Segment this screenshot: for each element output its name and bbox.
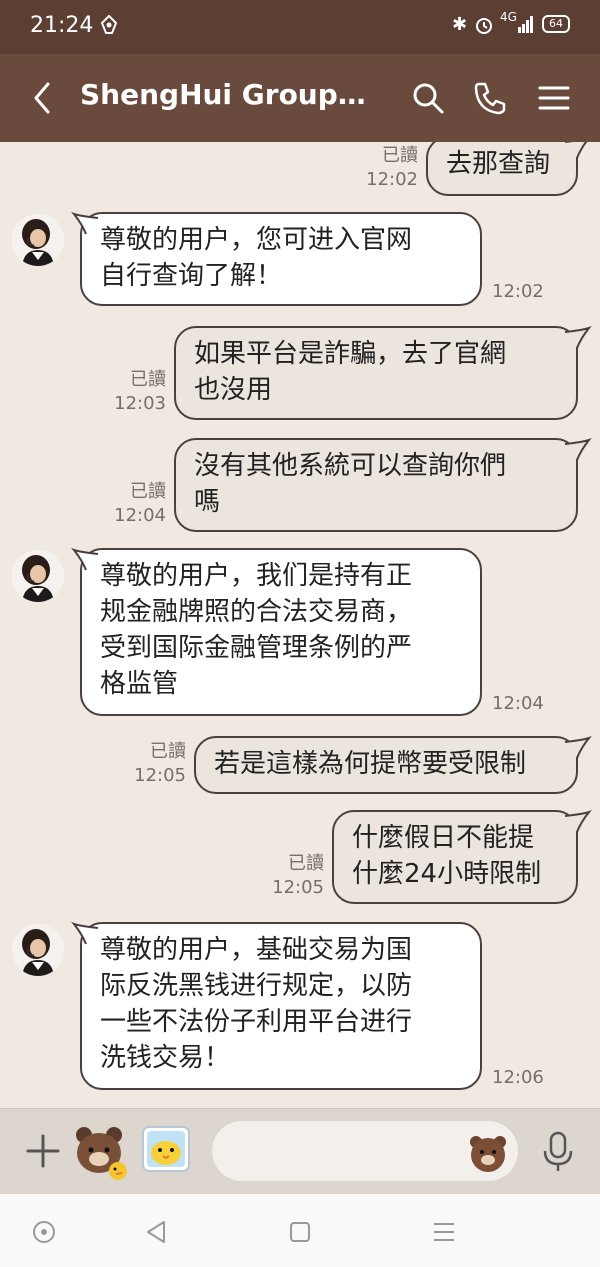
agent-avatar-icon [12,924,64,976]
plus-icon[interactable] [26,1134,60,1168]
agent-avatar-icon [12,550,64,602]
message-time: 12:02 [366,169,418,190]
message-bubble[interactable]: 去那查詢 [426,142,578,196]
status-bar: 21:24 ✱ 4G 64 [0,0,600,54]
microphone-icon[interactable] [540,1131,576,1173]
message-time: 12:03 [114,393,166,414]
message-meta: 已讀 12:05 [248,852,324,900]
message-row-outgoing: 已讀 12:04 沒有其他系統可以查詢你們 嗎 [0,437,600,538]
bubble-tail [71,547,99,571]
message-meta: 已讀 12:04 [90,480,166,528]
message-row-incoming: 尊敬的用户，您可进入官网 自行查询了解！ 12:02 [0,211,600,312]
system-nav-bar [0,1194,600,1267]
message-row-outgoing: 已讀 12:02 去那查詢 [0,142,600,200]
chick-sticker-icon[interactable] [140,1123,192,1175]
message-row-incoming: 尊敬的用户，我们是持有正 规金融牌照的合法交易商， 受到国际金融管理条例的严 格… [0,547,600,720]
signal-icon [518,16,533,33]
call-icon[interactable] [472,80,508,116]
message-input-bar [0,1108,600,1195]
message-bubble[interactable]: 什麼假日不能提 什麼24小時限制 [332,810,578,904]
message-row-incoming: 尊敬的用户，基础交易为国 际反洗黑钱进行规定，以防 一些不法份子利用平台进行 洗… [0,921,600,1094]
bear-emoji-icon[interactable] [468,1133,508,1173]
avatar[interactable] [12,214,64,266]
menu-icon[interactable] [536,80,572,116]
bubble-tail [564,325,592,349]
status-time: 21:24 [30,13,94,38]
avatar[interactable] [12,924,64,976]
chat-header: ShengHui GroupTt... [0,54,600,142]
bubble-tail [71,211,99,235]
message-bubble[interactable]: 若是這樣為何提幣要受限制 [194,736,578,794]
read-receipt: 已讀 [130,369,166,390]
bubble-tail [565,142,588,159]
read-receipt: 已讀 [130,481,166,502]
battery-indicator: 64 [542,15,570,33]
message-bubble[interactable]: 尊敬的用户，您可进入官网 自行查询了解！ [80,212,482,306]
message-time: 12:04 [492,693,544,714]
nav-assistant-icon[interactable] [30,1218,58,1246]
agent-avatar-icon [12,214,64,266]
message-row-outgoing: 已讀 12:05 什麼假日不能提 什麼24小時限制 [0,809,600,910]
search-icon[interactable] [410,80,446,116]
bubble-tail [71,921,99,945]
nav-recents-icon[interactable] [430,1218,458,1246]
read-receipt: 已讀 [382,145,418,166]
read-receipt: 已讀 [150,741,186,762]
message-time: 12:05 [134,765,186,786]
bubble-tail [564,809,592,833]
message-meta: 已讀 12:05 [110,740,186,788]
message-time: 12:06 [492,1067,544,1088]
nav-back-icon[interactable] [142,1218,170,1246]
message-bubble[interactable]: 沒有其他系統可以查詢你們 嗎 [174,438,578,532]
alarm-icon [476,18,492,34]
message-bubble[interactable]: 尊敬的用户，基础交易为国 际反洗黑钱进行规定，以防 一些不法份子利用平台进行 洗… [80,922,482,1090]
network-type-label: 4G [500,10,517,24]
message-meta: 已讀 12:02 [340,144,418,192]
message-bubble[interactable]: 如果平台是詐騙，去了官網 也沒用 [174,326,578,420]
nav-home-icon[interactable] [286,1218,314,1246]
bluetooth-icon: ✱ [452,14,468,35]
message-time: 12:05 [272,877,324,898]
message-row-outgoing: 已讀 12:03 如果平台是詐騙，去了官網 也沒用 [0,325,600,426]
message-row-outgoing: 已讀 12:05 若是這樣為何提幣要受限制 [0,735,600,798]
message-meta: 已讀 12:03 [90,368,166,416]
bubble-tail [564,437,592,461]
app-notification-icon [100,15,118,34]
message-time: 12:02 [492,281,544,302]
message-bubble[interactable]: 尊敬的用户，我们是持有正 规金融牌照的合法交易商， 受到国际金融管理条例的严 格… [80,548,482,716]
avatar[interactable] [12,550,64,602]
chat-title: ShengHui GroupTt... [80,78,380,111]
back-arrow-icon[interactable] [28,80,58,116]
bubble-tail [564,735,592,759]
read-receipt: 已讀 [288,853,324,874]
chat-area[interactable]: 已讀 12:02 去那查詢 尊敬的用户，您可进入官网 自行查询了解！ 12:02 [0,142,600,1108]
bear-sticker-icon[interactable] [72,1123,130,1181]
message-time: 12:04 [114,505,166,526]
